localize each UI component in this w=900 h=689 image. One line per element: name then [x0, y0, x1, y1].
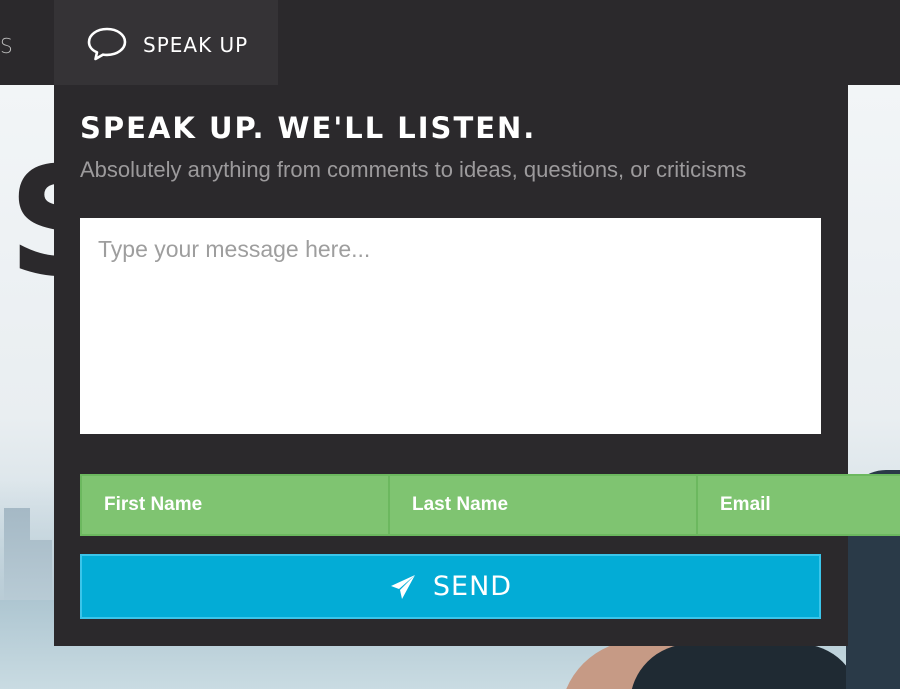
panel-title: SPEAK UP. WE'LL LISTEN.	[80, 111, 537, 145]
tab-speak-up[interactable]: SPEAK UP	[54, 0, 278, 85]
panel-subtitle: Absolutely anything from comments to ide…	[80, 157, 747, 182]
top-navigation-bar: S SPEAK UP	[0, 0, 900, 85]
email-field[interactable]	[698, 474, 900, 536]
tab-label: SPEAK UP	[143, 33, 249, 57]
nav-item-previous[interactable]: S	[0, 34, 14, 58]
last-name-field[interactable]	[390, 474, 698, 536]
page: S S SPEAK UP SPEAK UP. WE'LL LISTEN. Abs…	[0, 0, 900, 689]
contact-fields-row	[80, 474, 900, 536]
send-button[interactable]: SEND	[80, 554, 821, 619]
first-name-field[interactable]	[80, 474, 390, 536]
feedback-panel: SPEAK UP. WE'LL LISTEN. Absolutely anyth…	[54, 85, 900, 646]
background-person-hair	[630, 644, 860, 689]
paper-plane-icon	[390, 574, 415, 599]
send-label: SEND	[432, 571, 513, 602]
message-textarea[interactable]	[80, 218, 821, 434]
speech-bubble-icon	[87, 27, 127, 61]
